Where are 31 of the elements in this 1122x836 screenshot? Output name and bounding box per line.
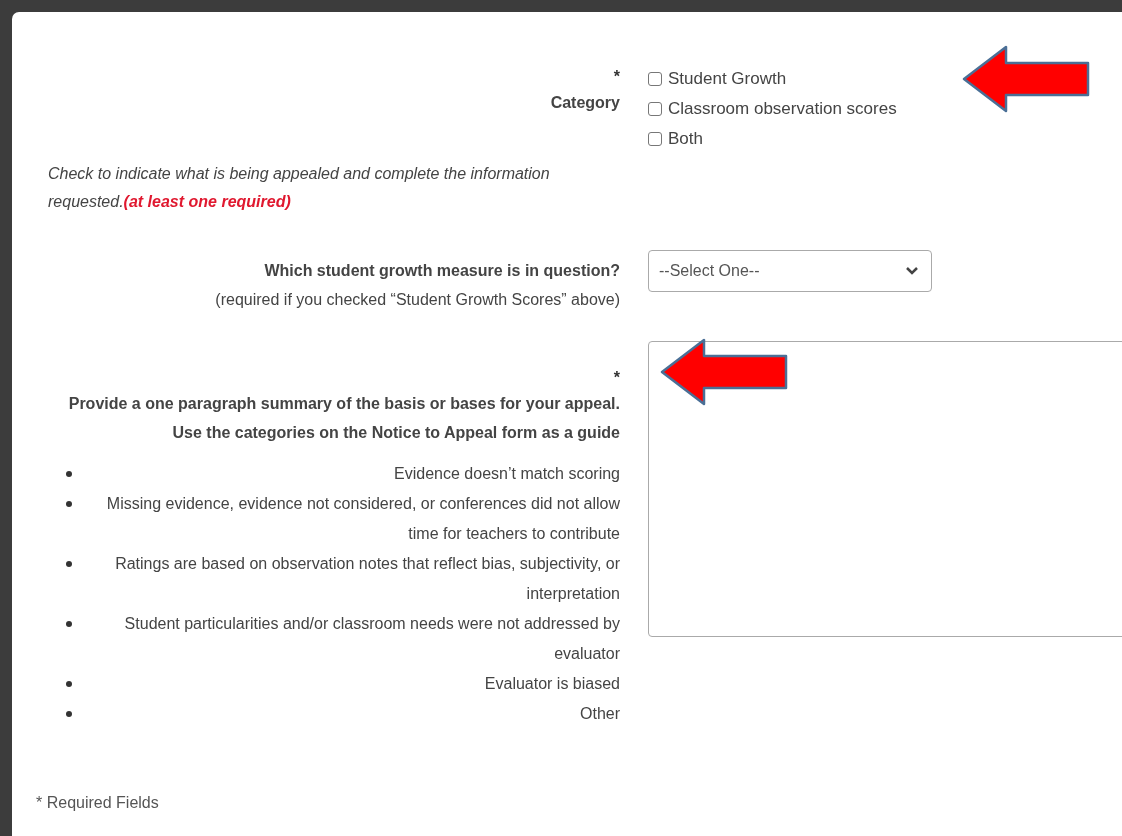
- bullet-text: Ratings are based on observation notes that reflect bias, subjectivity, or interpretation: [114, 554, 620, 604]
- checkbox-label[interactable]: Both: [668, 129, 703, 149]
- bullet-text: Missing evidence, evidence not considered, or conferences did not allow time for teachers to contribute: [105, 494, 620, 544]
- field-label: Provide a one paragraph summary of the basis or bases for your appeal. Use the categories on the Notice to Appeal form as a guide: [67, 394, 620, 443]
- bullet-icon: [66, 561, 72, 567]
- bullet-icon: [66, 681, 72, 687]
- checkbox[interactable]: [648, 72, 662, 86]
- checkbox-label[interactable]: Student Growth: [668, 69, 787, 89]
- bullet-text: Other: [579, 704, 620, 724]
- bullet-icon: [66, 711, 72, 717]
- bullet-text: Student particularities and/or classroom needs were not addressed by evaluator: [123, 614, 620, 664]
- select-dropdown[interactable]: --Select One--: [648, 250, 932, 292]
- checkbox-label[interactable]: Classroom observation scores: [668, 99, 897, 119]
- field-label: Category: [550, 93, 620, 113]
- checkbox[interactable]: [648, 102, 662, 116]
- summary-text-area[interactable]: [648, 341, 1122, 637]
- chevron-down-icon: [905, 266, 919, 276]
- checkbox[interactable]: [648, 132, 662, 146]
- field-label: Which student growth measure is in question?: [264, 261, 620, 281]
- bullet-icon: [66, 621, 72, 627]
- bullet-icon: [66, 471, 72, 477]
- required-fields-note: * Required Fields: [36, 794, 159, 812]
- bullet-icon: [66, 501, 72, 507]
- arrow-icon: [962, 45, 1090, 113]
- instruction-text: Check to indicate what is being appealed and complete the information requested.(at least one required): [48, 164, 551, 212]
- required-asterisk: *: [613, 67, 620, 87]
- bullet-text: Evaluator is biased: [483, 674, 620, 694]
- field-hint: (required if you checked “Student Growth Scores” above): [215, 290, 620, 310]
- bullet-text: Evidence doesn’t match scoring: [393, 464, 620, 484]
- arrow-icon: [660, 338, 788, 406]
- required-asterisk: *: [613, 368, 620, 388]
